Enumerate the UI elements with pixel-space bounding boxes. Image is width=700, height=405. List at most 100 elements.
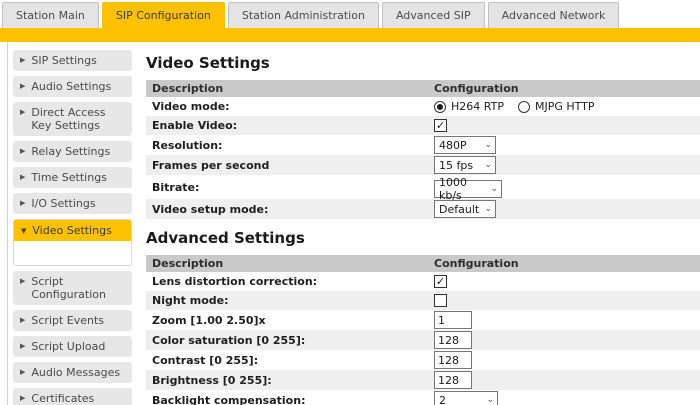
- advanced-settings-heading: Advanced Settings: [146, 229, 700, 247]
- enable-video-checkbox[interactable]: ✓: [434, 119, 447, 132]
- tab-bar: Station Main SIP Configuration Station A…: [0, 0, 700, 28]
- video-settings-heading: Video Settings: [146, 54, 700, 72]
- chevron-down-icon: ⌄: [486, 396, 494, 404]
- sidebar-item-label: Video Settings: [32, 224, 111, 237]
- zoom-row: Zoom [1.00 2.50]x: [146, 310, 700, 330]
- bitrate-select[interactable]: 1000 kb/s ⌄: [434, 180, 502, 198]
- radio-dot-icon: [437, 104, 443, 110]
- sidebar-item-label: Script Upload: [31, 340, 105, 353]
- arrow-right-icon: ▶: [20, 80, 25, 92]
- sidebar-item-audio-messages[interactable]: ▶ Audio Messages: [13, 362, 132, 383]
- backlight-compensation-select-value: 2: [439, 394, 446, 405]
- sidebar-item-io-settings[interactable]: ▶ I/O Settings: [13, 193, 132, 214]
- description-column-header: Description: [146, 255, 428, 272]
- lens-distortion-checkbox[interactable]: ✓: [434, 275, 447, 288]
- night-mode-label: Night mode:: [146, 291, 428, 310]
- sidebar-item-audio-settings[interactable]: ▶ Audio Settings: [13, 76, 132, 97]
- zoom-label: Zoom [1.00 2.50]x: [146, 310, 428, 330]
- chevron-down-icon: ⌄: [484, 141, 492, 149]
- frames-per-second-label: Frames per second: [146, 155, 428, 175]
- mjpg-http-label: MJPG HTTP: [535, 100, 595, 113]
- sidebar-item-time-settings[interactable]: ▶ Time Settings: [13, 167, 132, 188]
- sidebar: ▶ SIP Settings ▶ Audio Settings ▶ Direct…: [8, 42, 136, 405]
- bitrate-label: Bitrate:: [146, 175, 428, 199]
- sidebar-item-certificates[interactable]: ▶ Certificates: [13, 388, 132, 405]
- resolution-select-value: 480P: [439, 139, 467, 152]
- video-settings-table: Description Configuration Video mode: H2…: [146, 80, 700, 219]
- table-header-row: Description Configuration: [146, 255, 700, 272]
- color-saturation-label: Color saturation [0 255]:: [146, 330, 428, 350]
- check-icon: ✓: [436, 120, 445, 131]
- video-mode-row: Video mode: H264 RTP MJPG HTTP: [146, 97, 700, 116]
- bitrate-select-value: 1000 kb/s: [439, 176, 490, 202]
- backlight-compensation-row: Backlight compensation: 2 ⌄: [146, 390, 700, 405]
- enable-video-row: Enable Video: ✓: [146, 116, 700, 135]
- contrast-label: Contrast [0 255]:: [146, 350, 428, 370]
- sidebar-item-script-events[interactable]: ▶ Script Events: [13, 310, 132, 331]
- h264-rtp-label: H264 RTP: [451, 100, 504, 113]
- sidebar-item-video-settings[interactable]: ▼ Video Settings: [14, 220, 131, 241]
- radio-icon: [434, 101, 446, 113]
- arrow-right-icon: ▶: [20, 106, 25, 118]
- frames-per-second-select-value: 15 fps: [439, 159, 473, 172]
- tab-sip-configuration[interactable]: SIP Configuration: [102, 2, 225, 28]
- contrast-row: Contrast [0 255]:: [146, 350, 700, 370]
- chevron-down-icon: ⌄: [490, 185, 498, 193]
- mjpg-http-radio-option[interactable]: MJPG HTTP: [518, 100, 595, 113]
- accent-bar: [0, 28, 700, 42]
- zoom-input[interactable]: [434, 311, 472, 329]
- contrast-input[interactable]: [434, 351, 472, 369]
- configuration-column-header: Configuration: [428, 255, 700, 272]
- sidebar-item-script-upload[interactable]: ▶ Script Upload: [13, 336, 132, 357]
- arrow-right-icon: ▶: [20, 340, 25, 352]
- sidebar-item-sip-settings[interactable]: ▶ SIP Settings: [13, 50, 132, 71]
- backlight-compensation-select[interactable]: 2 ⌄: [434, 391, 498, 405]
- frames-per-second-row: Frames per second 15 fps ⌄: [146, 155, 700, 175]
- sidebar-group-video-settings: ▼ Video Settings: [13, 219, 132, 266]
- sidebar-item-label: Certificates: [31, 392, 94, 405]
- resolution-select[interactable]: 480P ⌄: [434, 136, 496, 154]
- sidebar-item-label: SIP Settings: [31, 54, 96, 67]
- sidebar-item-label: Audio Messages: [31, 366, 120, 379]
- video-setup-mode-label: Video setup mode:: [146, 199, 428, 219]
- arrow-right-icon: ▶: [20, 314, 25, 326]
- sidebar-video-settings-panel: [14, 241, 131, 265]
- brightness-row: Brightness [0 255]:: [146, 370, 700, 390]
- sidebar-item-label: Direct Access Key Settings: [31, 106, 128, 132]
- bitrate-row: Bitrate: 1000 kb/s ⌄: [146, 175, 700, 199]
- video-mode-radio-group: H264 RTP MJPG HTTP: [434, 100, 694, 113]
- check-icon: ✓: [436, 276, 445, 287]
- video-setup-mode-select-value: Default: [439, 203, 479, 216]
- sidebar-item-direct-access-key-settings[interactable]: ▶ Direct Access Key Settings: [13, 102, 132, 136]
- description-column-header: Description: [146, 80, 428, 97]
- brightness-label: Brightness [0 255]:: [146, 370, 428, 390]
- arrow-right-icon: ▶: [20, 54, 25, 66]
- sidebar-item-label: I/O Settings: [31, 197, 95, 210]
- table-header-row: Description Configuration: [146, 80, 700, 97]
- video-setup-mode-select[interactable]: Default ⌄: [434, 200, 496, 218]
- sidebar-item-script-configuration[interactable]: ▶ Script Configuration: [13, 271, 132, 305]
- frames-per-second-select[interactable]: 15 fps ⌄: [434, 156, 496, 174]
- resolution-label: Resolution:: [146, 135, 428, 155]
- arrow-right-icon: ▶: [20, 392, 25, 404]
- color-saturation-input[interactable]: [434, 331, 472, 349]
- tab-advanced-sip[interactable]: Advanced SIP: [382, 2, 485, 28]
- night-mode-row: Night mode: ✓: [146, 291, 700, 310]
- tab-station-main[interactable]: Station Main: [2, 2, 99, 28]
- arrow-right-icon: ▶: [20, 145, 25, 157]
- tab-advanced-network[interactable]: Advanced Network: [488, 2, 620, 28]
- configuration-column-header: Configuration: [428, 80, 700, 97]
- sidebar-item-label: Script Configuration: [31, 275, 128, 301]
- arrow-right-icon: ▶: [20, 197, 25, 209]
- color-saturation-row: Color saturation [0 255]:: [146, 330, 700, 350]
- arrow-right-icon: ▶: [20, 171, 25, 183]
- left-divider: [0, 42, 8, 405]
- sidebar-item-relay-settings[interactable]: ▶ Relay Settings: [13, 141, 132, 162]
- h264-rtp-radio-option[interactable]: H264 RTP: [434, 100, 504, 113]
- sidebar-item-label: Script Events: [31, 314, 104, 327]
- sidebar-item-label: Time Settings: [31, 171, 107, 184]
- tab-station-administration[interactable]: Station Administration: [228, 2, 379, 28]
- arrow-down-icon: ▼: [21, 227, 26, 235]
- night-mode-checkbox[interactable]: ✓: [434, 294, 447, 307]
- brightness-input[interactable]: [434, 371, 472, 389]
